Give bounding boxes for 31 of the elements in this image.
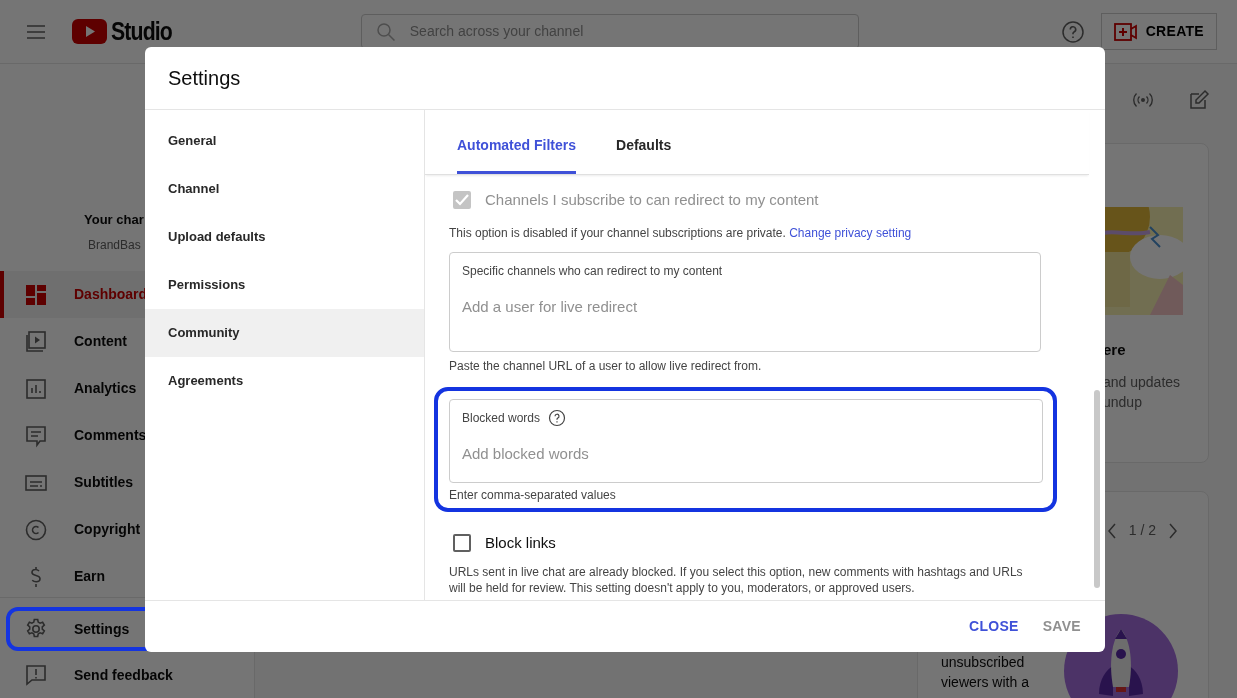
help-text: This option is disabled if your channel subscriptions are private. Change privacy setting bbox=[449, 224, 913, 242]
help-text: Enter comma-separated values bbox=[449, 486, 617, 504]
sidebar-item[interactable]: Send feedback bbox=[0, 652, 254, 698]
card-text: unsubscribed bbox=[941, 653, 1026, 672]
help-text: URLs sent in live chat are already blocked. If you select this option, new comments with hashtags and URLs will be held for review. This setting doesn't apply to you, moderators, or approved users. bbox=[449, 564, 1024, 596]
page-indicator: 1 / 2 bbox=[1128, 520, 1156, 540]
dialog-button[interactable]: CLOSE bbox=[958, 610, 1029, 643]
field-label: Blocked words bbox=[462, 409, 541, 427]
placeholder-text: Add a user for live redirect bbox=[462, 296, 639, 317]
card-text: viewers with a bbox=[941, 673, 1029, 692]
sidebar-item[interactable]: Earn bbox=[0, 553, 254, 597]
settings-nav-item[interactable]: Channel bbox=[145, 165, 424, 213]
sidebar-item[interactable]: Subtitles bbox=[0, 459, 254, 506]
channel-name: BrandBas bbox=[87, 236, 141, 254]
checkbox-option[interactable]: Block links bbox=[449, 531, 1089, 554]
channel-title: Your char bbox=[84, 211, 144, 229]
tab[interactable]: Defaults bbox=[616, 134, 672, 174]
field-label: Specific channels who can redirect to my content bbox=[462, 262, 723, 280]
settings-nav-item[interactable]: Agreements bbox=[145, 357, 424, 405]
text-area[interactable]: Specific channels who can redirect to my content Add a user for live redirect bbox=[449, 251, 1041, 352]
settings-nav-item[interactable]: Community bbox=[145, 309, 424, 357]
placeholder-text: Add blocked words bbox=[462, 443, 590, 464]
create-button[interactable]: CREATE bbox=[1100, 13, 1217, 50]
tab[interactable]: Automated Filters bbox=[457, 134, 576, 174]
sidebar-item[interactable]: Copyright bbox=[0, 506, 254, 553]
help-text: Paste the channel URL of a user to allow live redirect from. bbox=[449, 357, 763, 375]
settings-nav-item[interactable]: Upload defaults bbox=[145, 213, 424, 261]
dialog-title: Settings bbox=[145, 47, 1105, 110]
text-area[interactable]: Blocked words Add blocked words bbox=[449, 398, 1043, 483]
settings-nav-item[interactable]: General bbox=[145, 117, 424, 165]
sidebar-item[interactable]: Comments bbox=[0, 412, 254, 459]
